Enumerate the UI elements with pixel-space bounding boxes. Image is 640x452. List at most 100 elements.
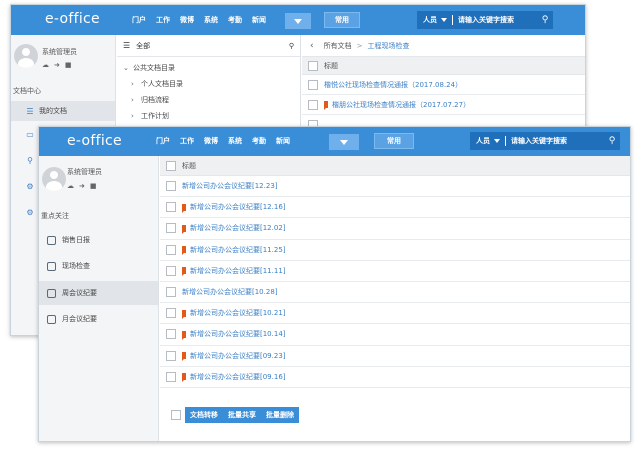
lock-icon[interactable]: ■ — [90, 182, 97, 190]
common-button[interactable]: 常用 — [324, 12, 360, 28]
move-document-button[interactable]: 文档转移 — [185, 407, 223, 423]
row-title[interactable]: 新增公司办公会议纪要[11.11] — [190, 266, 286, 276]
search-icon[interactable]: ⚲ — [604, 136, 620, 146]
tree-item-label: 公共文档目录 — [133, 64, 175, 72]
nav-item-portal[interactable]: 门户 — [132, 15, 146, 25]
table-row[interactable]: 新增公司办公会议纪要[10.28] — [160, 282, 630, 304]
table-row[interactable]: 新增公司办公会议纪要[12.23] — [160, 176, 630, 198]
chevron-down-icon — [294, 18, 302, 24]
search-input[interactable]: 请输入关键字搜索 — [511, 136, 604, 146]
logo: e-office — [67, 133, 122, 149]
nav-item-portal[interactable]: 门户 — [156, 136, 170, 146]
table-row[interactable]: 新增公司办公会议纪要[09.16] — [160, 367, 630, 388]
row-title[interactable]: 新增公司办公会议纪要[10.14] — [190, 329, 286, 339]
row-checkbox[interactable] — [166, 287, 176, 298]
breadcrumb: ‹ 所有文档 > 工程现场检查 — [302, 35, 585, 57]
gear-icon: ⚙ — [26, 207, 34, 217]
search-input[interactable]: 请输入关键字搜索 — [458, 15, 537, 25]
breadcrumb-item[interactable]: 所有文档 — [324, 41, 352, 51]
row-title[interactable]: 新增公司办公会议纪要[11.25] — [190, 245, 286, 255]
row-title[interactable]: 新增公司办公会议纪要[12.16] — [190, 202, 286, 212]
row-checkbox[interactable] — [166, 244, 176, 255]
chevron-down-icon — [494, 139, 500, 143]
row-title[interactable]: 楷朋公社现场检查情况通报（2017.07.27） — [332, 100, 470, 110]
search-scope-select[interactable]: 人员 — [417, 15, 447, 25]
nav-item-system[interactable]: 系统 — [228, 136, 242, 146]
sidebar-item-sales-daily[interactable]: 销售日报 — [39, 229, 158, 251]
search-icon[interactable]: ⚲ — [537, 15, 553, 25]
row-title[interactable]: 新增公司办公会议纪要[10.21] — [190, 308, 286, 318]
search-bar: 人员 请输入关键字搜索 ⚲ — [417, 11, 553, 29]
search-icon[interactable]: ⚲ — [289, 42, 294, 50]
bulk-delete-button[interactable]: 批量删除 — [261, 407, 299, 423]
table-row[interactable]: 新增公司办公会议纪要[11.25] — [160, 240, 630, 261]
logout-icon[interactable]: ➜ — [79, 182, 85, 190]
nav-item-attendance[interactable]: 考勤 — [252, 136, 266, 146]
sidebar-item-my-documents[interactable]: ☰ 我的文档 — [11, 101, 115, 121]
flag-icon — [182, 246, 186, 256]
nav-item-news[interactable]: 新闻 — [252, 15, 266, 25]
table-row[interactable]: 新增公司办公会议纪要[10.14] — [160, 324, 630, 346]
nav-item-attendance[interactable]: 考勤 — [228, 15, 242, 25]
row-title[interactable]: 新增公司办公会议纪要[09.23] — [190, 351, 286, 361]
table-row[interactable]: 新增公司办公会议纪要[12.16] — [160, 197, 630, 219]
row-checkbox[interactable] — [166, 308, 176, 319]
common-button[interactable]: 常用 — [374, 133, 414, 149]
row-title[interactable]: 新增公司办公会议纪要[10.28] — [182, 287, 278, 297]
lock-icon[interactable]: ■ — [65, 61, 72, 69]
tree-item-archive[interactable]: › 归档流程 — [117, 92, 300, 108]
table-row[interactable]: 楷悦公社现场检查情况通报（2017.08.24） — [302, 75, 585, 95]
table-row[interactable]: 新增公司办公会议纪要[09.23] — [160, 346, 630, 367]
table-row[interactable]: 楷朋公社现场检查情况通报（2017.07.27） — [302, 95, 585, 115]
row-title[interactable]: 新增公司办公会议纪要[12.02] — [190, 223, 286, 233]
sidebar-item-weekly-minutes[interactable]: 周会议纪要 — [39, 281, 158, 305]
avatar[interactable] — [42, 167, 66, 191]
cloud-icon[interactable]: ☁ — [42, 61, 49, 69]
nav-item-weibo[interactable]: 微博 — [204, 136, 218, 146]
search-bar: 人员 请输入关键字搜索 ⚲ — [470, 132, 620, 150]
main-nav: 门户 工作 微博 系统 考勤 新闻 — [132, 15, 276, 25]
table-row[interactable]: 新增公司办公会议纪要[10.21] — [160, 303, 630, 325]
select-all-checkbox[interactable] — [308, 60, 318, 71]
select-all-checkbox[interactable] — [166, 160, 176, 171]
chevron-down-icon — [441, 18, 447, 22]
checkbox-icon — [47, 314, 56, 324]
flag-icon — [182, 309, 186, 319]
row-checkbox[interactable] — [166, 371, 176, 382]
tree-item-plan[interactable]: › 工作计划 — [117, 108, 300, 124]
row-title[interactable]: 楷悦公社现场检查情况通报（2017.08.24） — [324, 80, 462, 90]
row-checkbox[interactable] — [308, 79, 318, 90]
table-row[interactable]: 新增公司办公会议纪要[12.02] — [160, 218, 630, 240]
table-row[interactable]: 新增公司办公会议纪要[11.11] — [160, 261, 630, 282]
row-title[interactable]: 新增公司办公会议纪要[09.16] — [190, 372, 286, 382]
chevron-right-icon: › — [131, 112, 134, 120]
bulk-select-checkbox[interactable] — [171, 410, 181, 420]
tree-item-public[interactable]: ⌄ 公共文档目录 — [117, 60, 300, 76]
nav-item-work[interactable]: 工作 — [156, 15, 170, 25]
nav-item-system[interactable]: 系统 — [204, 15, 218, 25]
row-checkbox[interactable] — [308, 99, 318, 110]
avatar[interactable] — [14, 44, 38, 68]
back-icon[interactable]: ‹ — [310, 41, 314, 51]
nav-item-work[interactable]: 工作 — [180, 136, 194, 146]
row-checkbox[interactable] — [166, 350, 176, 361]
row-checkbox[interactable] — [166, 265, 176, 276]
nav-item-news[interactable]: 新闻 — [276, 136, 290, 146]
search-scope-select[interactable]: 人员 — [470, 136, 500, 146]
row-checkbox[interactable] — [166, 181, 176, 192]
row-title[interactable]: 新增公司办公会议纪要[12.23] — [182, 181, 278, 191]
sidebar-item-site-inspection[interactable]: 现场检查 — [39, 255, 158, 277]
logo: e-office — [45, 11, 100, 27]
nav-item-weibo[interactable]: 微博 — [180, 15, 194, 25]
tree-item-personal[interactable]: › 个人文档目录 — [117, 76, 300, 92]
bulk-share-button[interactable]: 批量共享 — [223, 407, 261, 423]
nav-more-button[interactable] — [329, 134, 359, 150]
row-checkbox[interactable] — [166, 329, 176, 340]
cloud-icon[interactable]: ☁ — [67, 182, 74, 190]
nav-more-button[interactable] — [285, 13, 311, 29]
row-checkbox[interactable] — [166, 202, 176, 213]
breadcrumb-item[interactable]: 工程现场检查 — [367, 41, 409, 51]
logout-icon[interactable]: ➜ — [54, 61, 60, 69]
row-checkbox[interactable] — [166, 223, 176, 234]
sidebar-item-monthly-minutes[interactable]: 月会议纪要 — [39, 308, 158, 330]
